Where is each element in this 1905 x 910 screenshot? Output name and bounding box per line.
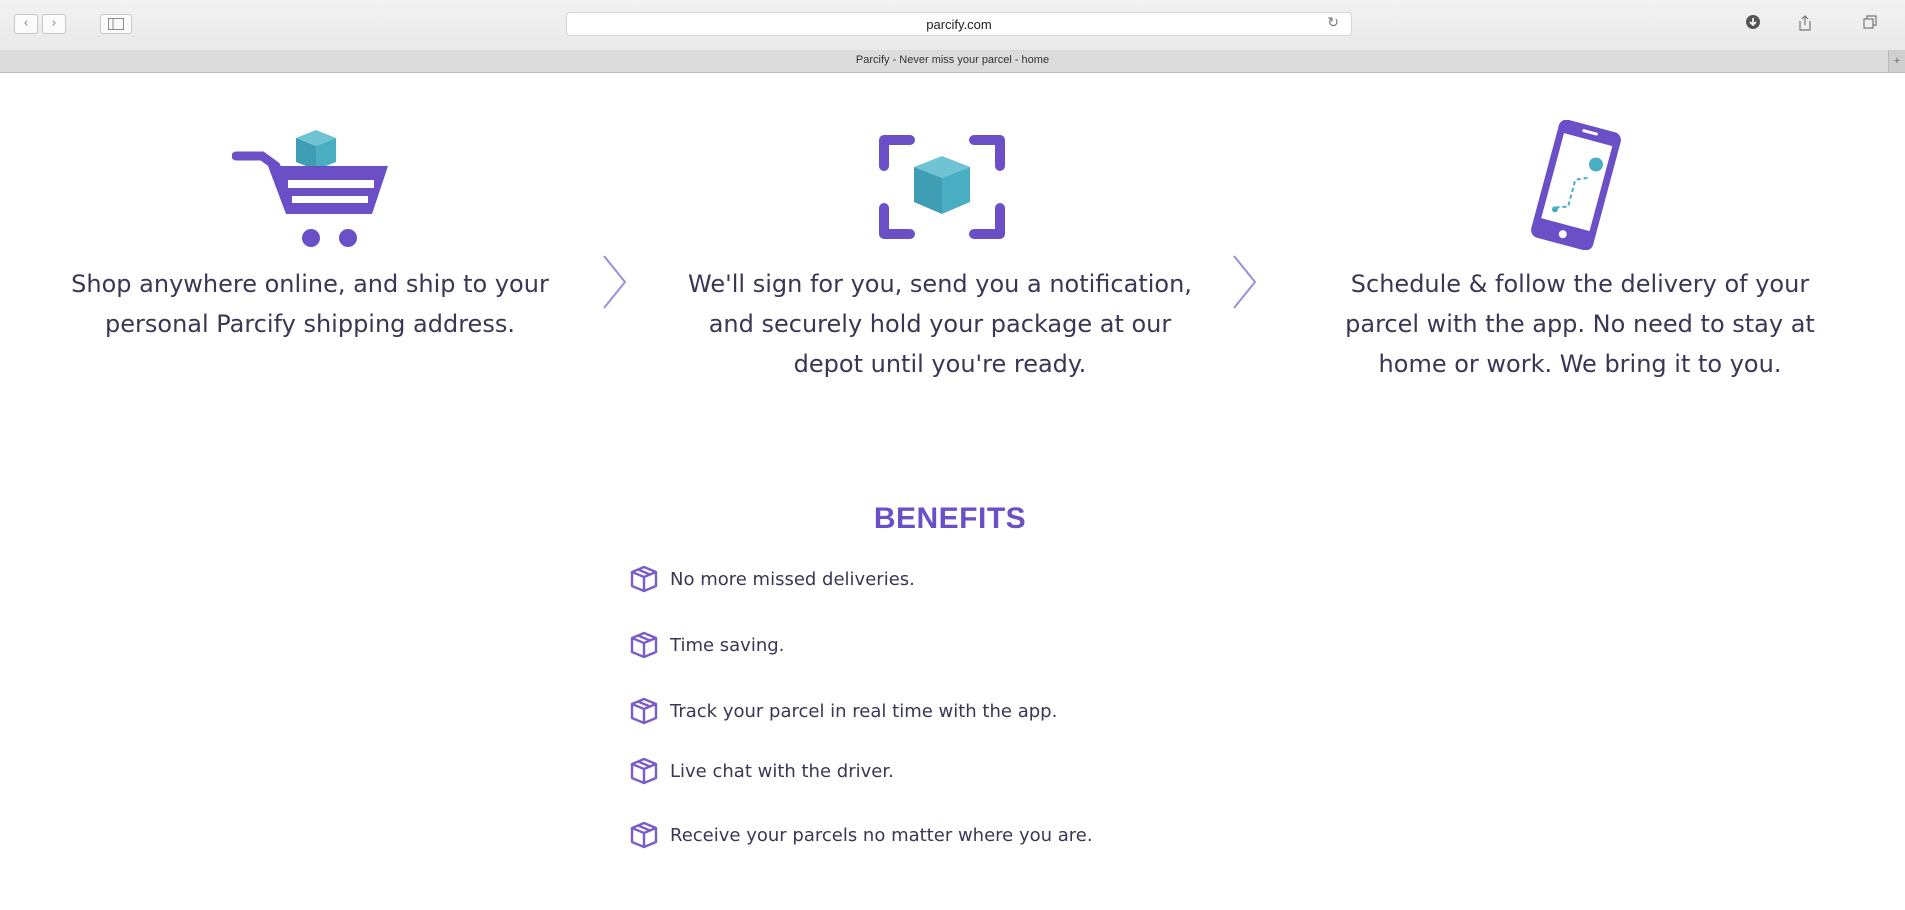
chevron-right-icon <box>603 255 627 309</box>
sidebar-button[interactable] <box>100 14 132 34</box>
downloads-button[interactable] <box>1743 14 1763 32</box>
step-3-line-1: Schedule & follow the delivery of your <box>1350 270 1810 298</box>
browser-toolbar: ‹ › parcify.com ↻ <box>0 0 1905 51</box>
benefit-item: Track your parcel in real time with the … <box>628 692 1057 730</box>
benefit-item: Live chat with the driver. <box>628 752 894 790</box>
forward-button[interactable]: › <box>42 14 66 34</box>
package-icon <box>630 631 658 659</box>
benefit-text: Receive your parcels no matter where you… <box>670 824 1093 846</box>
benefit-text: Track your parcel in real time with the … <box>670 700 1058 722</box>
step-1-line-1: Shop anywhere online, and ship to your <box>71 270 549 298</box>
package-icon <box>630 697 658 725</box>
package-icon <box>630 757 658 785</box>
new-tab-button[interactable]: + <box>1888 50 1905 72</box>
back-button[interactable]: ‹ <box>14 14 38 34</box>
benefit-item: Receive your parcels no matter where you… <box>628 816 1093 854</box>
share-button[interactable] <box>1795 14 1815 32</box>
download-icon <box>1746 15 1760 29</box>
tabs-icon <box>1863 15 1877 29</box>
step-1-line-2: personal Parcify shipping address. <box>105 310 515 338</box>
scan-box-icon <box>879 135 1005 239</box>
url-text: parcify.com <box>926 17 992 32</box>
share-icon <box>1799 15 1811 31</box>
reload-icon[interactable]: ↻ <box>1327 15 1339 31</box>
step-2-text: We'll sign for you, send you a notificat… <box>680 264 1200 384</box>
benefit-text: No more missed deliveries. <box>670 568 915 590</box>
benefits-heading: BENEFITS <box>873 502 1027 535</box>
back-icon: ‹ <box>23 16 29 31</box>
benefit-item: Time saving. <box>628 626 784 664</box>
chevron-right-icon <box>1233 255 1257 309</box>
step-2-line-1: We'll sign for you, send you a notificat… <box>688 270 1192 298</box>
tabs-overview-button[interactable] <box>1860 14 1880 32</box>
package-icon <box>630 565 658 593</box>
address-bar[interactable]: parcify.com ↻ <box>566 12 1352 36</box>
shopping-cart-icon <box>232 130 388 247</box>
benefit-text: Time saving. <box>670 634 785 656</box>
sidebar-icon <box>108 18 124 30</box>
benefit-text: Live chat with the driver. <box>670 760 894 782</box>
step-3-line-3: home or work. We bring it to you. <box>1378 350 1782 378</box>
step-2-line-3: depot until you're ready. <box>793 350 1087 378</box>
step-3-text: Schedule & follow the delivery of your p… <box>1320 264 1840 384</box>
forward-icon: › <box>51 16 57 31</box>
package-icon <box>630 821 658 849</box>
step-1-text: Shop anywhere online, and ship to your p… <box>60 264 560 344</box>
phone-tracking-icon <box>1531 120 1621 250</box>
step-3-line-2: parcel with the app. No need to stay at <box>1345 310 1815 338</box>
benefit-item: No more missed deliveries. <box>628 560 915 598</box>
toolbar-row: ‹ › parcify.com ↻ <box>0 0 1905 46</box>
step-2-line-2: and securely hold your package at our <box>708 310 1172 338</box>
tab-title[interactable]: Parcify - Never miss your parcel - home <box>0 54 1905 66</box>
tab-bar: Parcify - Never miss your parcel - home … <box>0 50 1905 73</box>
